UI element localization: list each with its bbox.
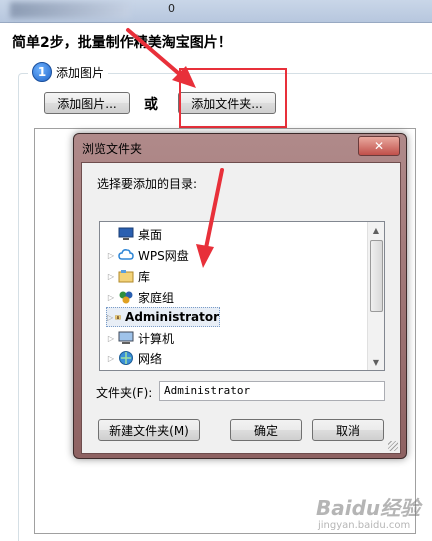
tree-item-label: 库 [138,269,151,284]
tree-item-label: 桌面 [138,227,163,242]
expand-arrow-icon[interactable]: ▷ [106,354,116,363]
expand-arrow-icon[interactable]: ▷ [107,313,113,322]
folder-label: 文件夹(F): [96,386,153,400]
homegroup-icon [119,291,133,304]
watermark-brand: Baidu经验 [316,496,421,520]
folder-input[interactable]: Administrator [159,381,385,401]
tree-item-network[interactable]: ▷ 网络 [106,348,162,368]
title-fragment: 0 [168,2,175,15]
tree-item-label: Administrator [125,310,219,324]
or-label: 或 [144,97,158,113]
expand-arrow-icon[interactable]: ▷ [106,251,116,260]
tree-item-computer[interactable]: ▷ 计算机 [106,328,174,348]
blurred-title [10,2,130,18]
step-number-icon: 1 [32,62,52,82]
scroll-up-icon[interactable]: ▲ [368,222,384,238]
expand-arrow-icon[interactable]: ▷ [106,272,116,281]
tree-item-homegroup[interactable]: ▷ 家庭组 [106,287,174,307]
resize-grip-icon[interactable] [388,441,398,451]
browse-folder-dialog: 浏览文件夹 ✕ 选择要添加的目录: 桌面 ▷ WPS网盘 ▷ 库 ▷ 家庭组 ▷… [73,133,407,459]
tree-item-label: 网络 [138,351,163,366]
tree-item-label: 家庭组 [138,290,175,305]
expand-arrow-icon[interactable]: ▷ [106,334,116,343]
desktop-icon [118,227,134,240]
tree-item-administrator[interactable]: ▷ Administrator [106,307,220,327]
library-icon [118,270,134,283]
close-icon[interactable]: ✕ [358,136,400,156]
ok-button[interactable]: 确定 [230,419,302,441]
page-headline: 简单2步，批量制作精美淘宝图片！ [12,35,232,51]
new-folder-button[interactable]: 新建文件夹(M) [98,419,200,441]
tree-item-label: 计算机 [138,331,175,346]
highlight-box [179,68,287,128]
dialog-prompt: 选择要添加的目录: [97,177,198,191]
watermark-url: jingyan.baidu.com [318,520,411,531]
user-folder-icon [115,315,121,320]
scroll-down-icon[interactable]: ▼ [368,354,384,370]
tree-item-label: WPS网盘 [138,248,189,263]
cloud-icon [118,249,134,260]
tree-scrollbar[interactable]: ▲ ▼ [367,222,384,370]
dialog-title: 浏览文件夹 [82,142,143,156]
computer-icon [118,331,134,344]
scroll-thumb[interactable] [370,240,383,312]
tree-item-library[interactable]: ▷ 库 [106,266,150,286]
tree-item-desktop[interactable]: 桌面 [106,224,162,244]
step-legend: 1 添加图片 [28,62,109,82]
cancel-button[interactable]: 取消 [312,419,384,441]
window-titlebar: 0 [0,0,432,23]
network-icon [119,351,133,365]
folder-tree[interactable]: 桌面 ▷ WPS网盘 ▷ 库 ▷ 家庭组 ▷ Administrator ▷ 计… [99,221,385,371]
dialog-body: 选择要添加的目录: 桌面 ▷ WPS网盘 ▷ 库 ▷ 家庭组 ▷ Adminis… [81,162,401,454]
expand-arrow-icon[interactable]: ▷ [106,293,116,302]
add-image-button[interactable]: 添加图片... [44,92,130,114]
tree-item-wps-cloud[interactable]: ▷ WPS网盘 [106,245,189,265]
step-label: 添加图片 [56,65,105,80]
